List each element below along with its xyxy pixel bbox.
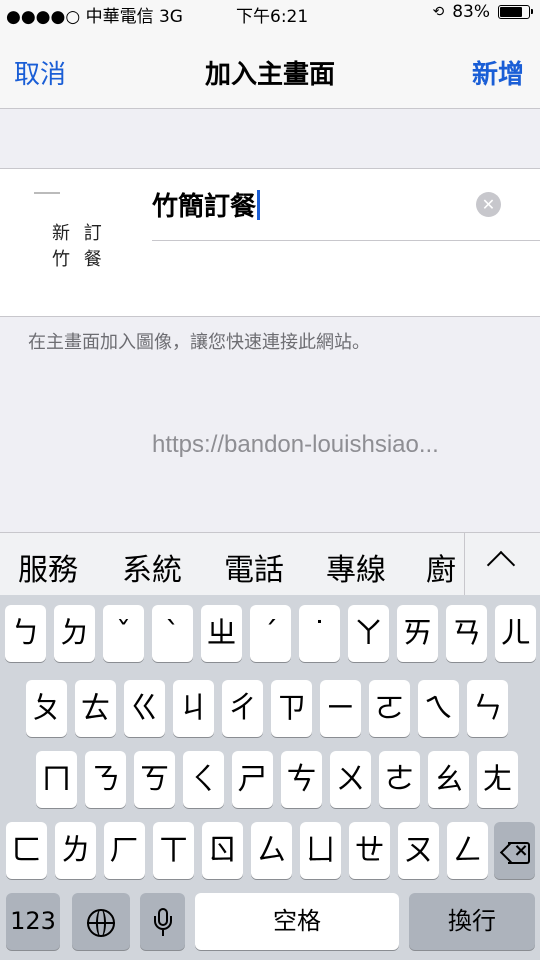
site-thumbnail: 新 訂 竹 餐	[30, 189, 120, 279]
globe-icon	[87, 908, 115, 937]
text-caret	[257, 190, 261, 220]
suggestion-item[interactable]: 系統	[122, 545, 182, 589]
letter-key[interactable]: ㄍ	[124, 680, 165, 737]
letter-key[interactable]: ㄅ	[5, 605, 46, 662]
status-bar: ●●●●○ 中華電信 3G 下午6:21 ⟲ 83%	[0, 0, 540, 28]
battery-percent: 83%	[452, 2, 490, 22]
letter-key[interactable]: ˙	[299, 605, 340, 662]
suggestion-bar: 服務 系統 電話 專線 廚	[0, 532, 540, 595]
letter-key[interactable]: ㄌ	[55, 822, 96, 879]
letter-key[interactable]: ㄠ	[428, 751, 469, 808]
letter-key[interactable]: ㄐ	[173, 680, 214, 737]
letter-key[interactable]: ˇ	[103, 605, 144, 662]
numbers-key[interactable]: 123	[6, 893, 60, 950]
clear-text-button[interactable]: ✕	[476, 192, 501, 217]
letter-key[interactable]: ㄚ	[348, 605, 389, 662]
return-key[interactable]: 換行	[409, 893, 535, 950]
carrier-label: ●●●●○ 中華電信 3G	[6, 7, 183, 27]
thumbnail-text-line2: 竹 餐	[52, 249, 106, 270]
field-divider	[152, 240, 540, 241]
letter-key[interactable]: ㄉ	[54, 605, 95, 662]
name-field-value: 竹簡訂餐	[152, 192, 257, 222]
letter-key[interactable]: ˋ	[152, 605, 193, 662]
letter-key[interactable]: ㄟ	[418, 680, 459, 737]
letter-key[interactable]: ㄗ	[271, 680, 312, 737]
letter-key[interactable]: ㄩ	[300, 822, 341, 879]
letter-key[interactable]: ㄎ	[134, 751, 175, 808]
letter-key[interactable]: ㄊ	[75, 680, 116, 737]
letter-key[interactable]: ㄆ	[26, 680, 67, 737]
letter-key[interactable]: ㄈ	[6, 822, 47, 879]
letter-key[interactable]: ㄜ	[379, 751, 420, 808]
letter-key[interactable]: ㄨ	[330, 751, 371, 808]
nav-bar: 取消 加入主畫面 新增	[0, 28, 540, 109]
letter-key[interactable]: ㄖ	[202, 822, 243, 879]
backspace-icon: ×	[499, 840, 530, 864]
globe-key[interactable]	[72, 893, 130, 950]
letter-key[interactable]: ㄤ	[477, 751, 518, 808]
hint-text: 在主畫面加入圖像，讓您快速連接此網站。	[28, 332, 370, 353]
letter-key[interactable]: ㄘ	[281, 751, 322, 808]
rotation-lock-icon: ⟲	[432, 4, 445, 20]
dictation-key[interactable]	[140, 893, 185, 950]
letter-key[interactable]: ㄏ	[104, 822, 145, 879]
letter-key[interactable]: ㄕ	[232, 751, 273, 808]
microphone-icon	[153, 907, 173, 938]
letter-key[interactable]: ㄋ	[85, 751, 126, 808]
letter-key[interactable]: ㄔ	[222, 680, 263, 737]
letter-key[interactable]: ㄑ	[183, 751, 224, 808]
letter-key[interactable]: ㄓ	[201, 605, 242, 662]
letter-key[interactable]: ㄞ	[397, 605, 438, 662]
bookmark-card: 新 訂 竹 餐 竹簡訂餐 https://bandon-louishsiao..…	[0, 168, 540, 458]
url-label: https://bandon-louishsiao...	[152, 431, 439, 458]
space-key[interactable]: 空格	[195, 893, 399, 950]
letter-key[interactable]: ㄇ	[36, 751, 77, 808]
letter-key[interactable]: ˊ	[250, 605, 291, 662]
letter-key[interactable]: ㄡ	[398, 822, 439, 879]
backspace-key[interactable]: ×	[494, 822, 535, 879]
letter-key[interactable]: ㄦ	[495, 605, 536, 662]
letter-key[interactable]: ㄒ	[153, 822, 194, 879]
letter-key[interactable]: ㄙ	[251, 822, 292, 879]
status-time: 下午6:21	[236, 7, 309, 27]
letter-key[interactable]: ㄛ	[369, 680, 410, 737]
letter-key[interactable]: ㄥ	[447, 822, 488, 879]
suggestion-item[interactable]: 服務	[18, 545, 78, 589]
add-button[interactable]: 新增	[472, 54, 524, 91]
thumbnail-text-line1: 新 訂	[52, 223, 106, 244]
letter-key[interactable]: ㄣ	[467, 680, 508, 737]
letter-key[interactable]: ㄧ	[320, 680, 361, 737]
page-title: 加入主畫面	[204, 60, 335, 90]
letter-key[interactable]: ㄢ	[446, 605, 487, 662]
keyboard: × 123 空格 換行 ㄅㄉ ˇ ˋ ㄓ ˊ ˙ ㄚㄞㄢㄦㄆㄊㄍㄐㄔㄗㄧㄛㄟㄣㄇㄋㄎㄑㄕㄘㄨ…	[0, 595, 540, 960]
battery-icon	[498, 5, 533, 19]
expand-suggestions-button[interactable]	[464, 533, 540, 595]
status-right: ⟲ 83%	[432, 2, 533, 22]
letter-key[interactable]: ㄝ	[349, 822, 390, 879]
suggestion-item[interactable]: 專線	[326, 545, 386, 589]
chevron-up-icon	[486, 550, 516, 580]
name-field[interactable]: 竹簡訂餐	[152, 189, 512, 225]
suggestion-item[interactable]: 廚	[426, 545, 456, 589]
suggestion-item[interactable]: 電話	[224, 545, 284, 589]
